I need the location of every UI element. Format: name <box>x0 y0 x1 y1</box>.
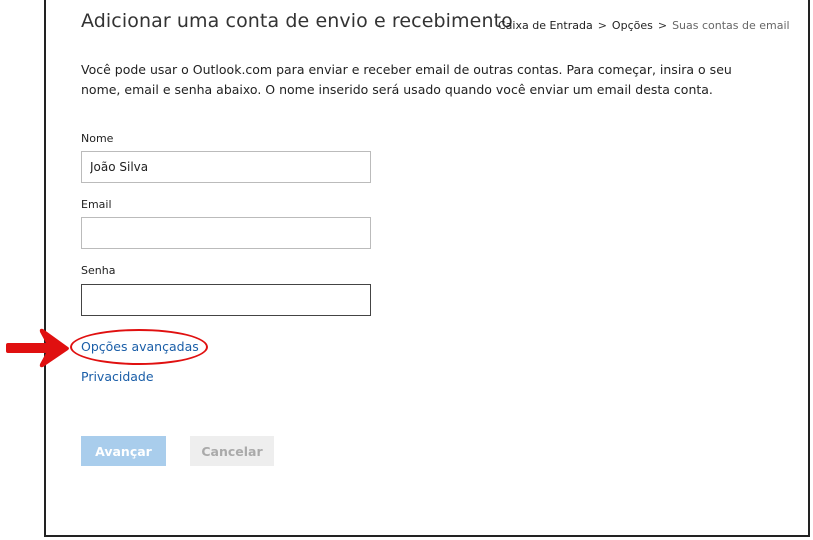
next-button[interactable]: Avançar <box>81 436 166 466</box>
cancel-button[interactable]: Cancelar <box>190 436 274 466</box>
name-label: Nome <box>81 132 114 145</box>
email-label: Email <box>81 198 112 211</box>
privacy-link[interactable]: Privacidade <box>81 369 154 384</box>
page-title: Adicionar uma conta de envio e recebimen… <box>81 10 513 32</box>
breadcrumb-current: Suas contas de email <box>672 19 790 32</box>
intro-text: Você pode usar o Outlook.com para enviar… <box>81 62 732 97</box>
right-arrow-icon <box>6 328 69 368</box>
breadcrumb-separator: > <box>657 19 668 32</box>
password-input[interactable] <box>81 284 371 316</box>
email-input[interactable] <box>81 217 371 249</box>
breadcrumb: Caixa de Entrada > Opções > Suas contas de e… <box>498 19 790 32</box>
name-input[interactable] <box>81 151 371 183</box>
breadcrumb-inbox-link[interactable]: Caixa de Entrada <box>498 19 593 32</box>
breadcrumb-separator: > <box>597 19 607 32</box>
advanced-options-link[interactable]: Opções avançadas <box>81 339 199 354</box>
breadcrumb-options-link[interactable]: Opções <box>612 19 653 32</box>
password-label: Senha <box>81 264 116 277</box>
